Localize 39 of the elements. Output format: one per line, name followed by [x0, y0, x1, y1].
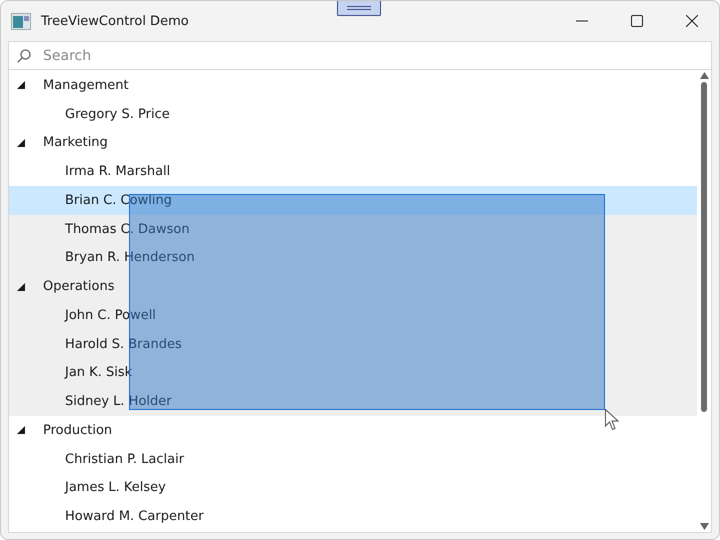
group-label: Production	[43, 422, 112, 438]
scroll-down-icon[interactable]	[700, 523, 708, 530]
item-label: Brian C. Cowling	[65, 192, 172, 208]
tree-item[interactable]: Sidney L. Holder	[9, 387, 697, 416]
scroll-thumb[interactable]	[701, 82, 707, 412]
snap-handle-icon[interactable]	[337, 1, 381, 16]
scroll-up-icon[interactable]	[700, 72, 708, 79]
tree-item[interactable]: Brian C. Cowling	[9, 186, 697, 215]
close-icon	[686, 15, 698, 27]
item-label: Christian P. Laclair	[65, 452, 184, 467]
tree-item[interactable]: Howard M. Carpenter	[9, 502, 697, 531]
tree-group[interactable]: Operations	[9, 272, 697, 301]
item-label: Harold S. Brandes	[65, 336, 182, 352]
item-label: Gregory S. Price	[65, 106, 170, 122]
tree-item[interactable]: Harold S. Brandes	[9, 330, 697, 358]
item-label: James L. Kelsey	[65, 480, 166, 496]
tree-item[interactable]: James L. Kelsey	[9, 474, 697, 502]
tree-group[interactable]: Production	[9, 416, 697, 445]
search-icon	[17, 48, 31, 62]
expander-icon[interactable]	[17, 426, 25, 434]
item-label: Sidney L. Holder	[65, 394, 172, 410]
cursor-icon	[605, 409, 619, 431]
expander-icon[interactable]	[17, 282, 25, 291]
tree-group[interactable]: Marketing	[9, 128, 697, 158]
tree-item[interactable]: Gregory S. Price	[9, 100, 697, 128]
tree-item[interactable]: Irma R. Marshall	[9, 157, 697, 186]
tree-item[interactable]: Christian P. Laclair	[9, 444, 697, 474]
expander-icon[interactable]	[17, 138, 25, 147]
app-icon	[11, 12, 31, 30]
search-field[interactable]: Search	[41, 46, 711, 64]
expander-icon[interactable]	[17, 81, 25, 90]
item-label: Howard M. Carpenter	[65, 509, 204, 524]
maximize-icon	[630, 15, 642, 27]
group-label: Marketing	[43, 135, 108, 150]
window-title: TreeViewControl Demo	[41, 14, 190, 28]
tree-group[interactable]: Management	[9, 71, 697, 100]
item-label: Irma R. Marshall	[65, 164, 170, 180]
group-label: Management	[43, 78, 129, 93]
group-label: Operations	[43, 279, 114, 294]
